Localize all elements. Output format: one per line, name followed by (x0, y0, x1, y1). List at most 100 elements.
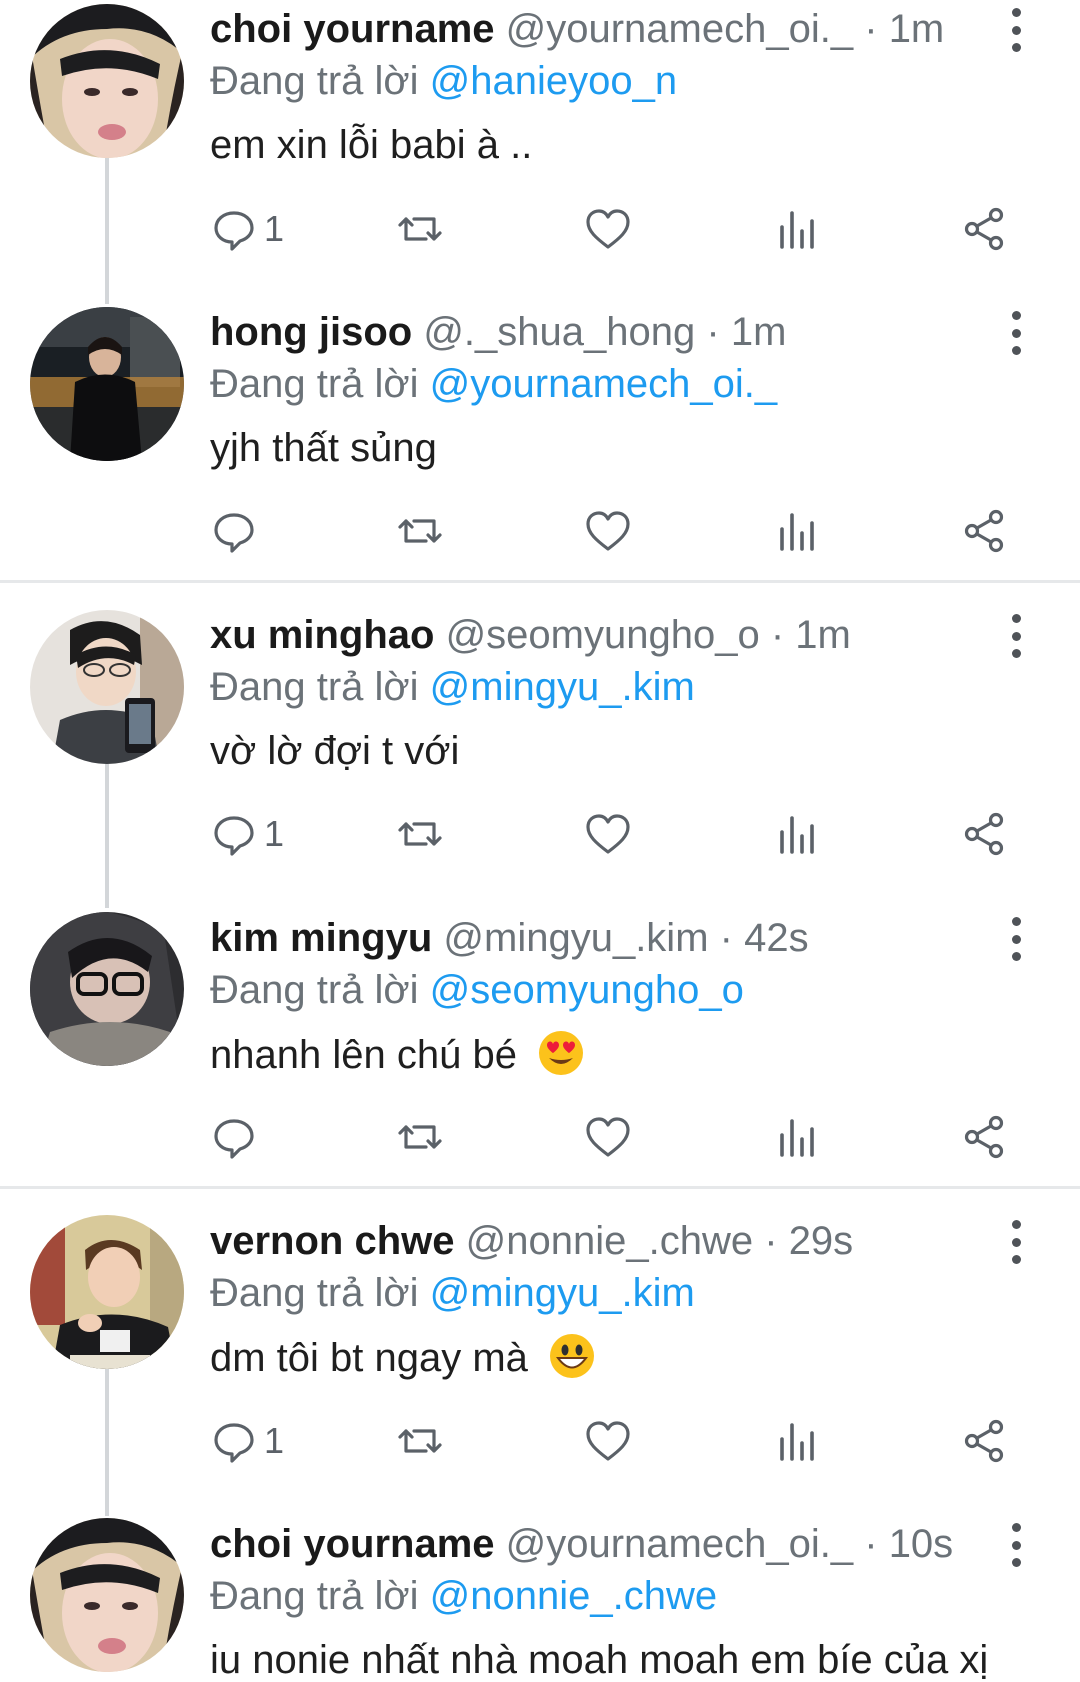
avatar[interactable] (30, 912, 184, 1066)
analytics-icon (780, 513, 814, 551)
retweet-button[interactable] (396, 806, 444, 862)
reply-button[interactable]: 1 (210, 806, 284, 862)
action-bar: 1 (210, 1413, 1030, 1473)
reply-icon (214, 1119, 254, 1159)
analytics-button[interactable] (772, 806, 820, 862)
retweet-button[interactable] (396, 1109, 444, 1165)
more-options-icon[interactable] (1004, 1523, 1028, 1567)
analytics-button[interactable] (772, 1109, 820, 1165)
user-handle[interactable]: @seomyungho_o (446, 613, 760, 657)
reply-icon (214, 816, 254, 856)
avatar[interactable] (30, 610, 184, 764)
retweet-button[interactable] (396, 503, 444, 559)
like-button[interactable] (584, 201, 632, 257)
reply-to-link[interactable]: @yournamech_oi._ (430, 362, 777, 406)
separator: · (864, 1522, 878, 1566)
analytics-button[interactable] (772, 1413, 820, 1469)
more-options-icon[interactable] (1004, 614, 1028, 658)
more-options-icon[interactable] (1004, 311, 1028, 355)
tweet-text: yjh thất sủng (210, 426, 437, 470)
thread-divider (0, 1186, 1080, 1189)
display-name[interactable]: hong jisoo (210, 310, 412, 354)
user-handle[interactable]: @mingyu_.kim (443, 916, 708, 960)
share-icon (964, 509, 1004, 553)
display-name[interactable]: xu minghao (210, 613, 434, 657)
tweet-text: em xin lỗi babi à .. (210, 123, 533, 167)
avatar[interactable] (30, 1518, 184, 1672)
like-button[interactable] (584, 806, 632, 862)
retweet-icon (398, 1125, 442, 1149)
timestamp[interactable]: 29s (789, 1219, 854, 1263)
reply-to-link[interactable]: @hanieyoo_n (430, 59, 677, 103)
reply-to-link[interactable]: @mingyu_.kim (430, 1271, 695, 1315)
separator: · (864, 7, 878, 51)
reply-button[interactable] (210, 503, 264, 559)
action-bar (210, 1109, 1030, 1169)
share-icon (964, 812, 1004, 856)
reply-context: Đang trả lời @hanieyoo_n (210, 57, 677, 105)
display-name[interactable]: vernon chwe (210, 1219, 455, 1263)
share-button[interactable] (960, 806, 1008, 862)
more-options-icon[interactable] (1004, 917, 1028, 961)
more-options-icon[interactable] (1004, 1220, 1028, 1264)
reply-prefix: Đang trả lời (210, 968, 419, 1012)
retweet-button[interactable] (396, 201, 444, 257)
avatar[interactable] (30, 307, 184, 461)
like-button[interactable] (584, 1413, 632, 1469)
display-name[interactable]: kim mingyu (210, 916, 432, 960)
timestamp[interactable]: 1m (889, 7, 945, 51)
display-name[interactable]: choi yourname (210, 1522, 495, 1566)
like-button[interactable] (584, 503, 632, 559)
analytics-icon (780, 1119, 814, 1157)
tweet-text: iu nonie nhất nhà moah moah em bíe của x… (210, 1638, 989, 1682)
reply-to-link[interactable]: @nonnie_.chwe (430, 1574, 717, 1618)
tweet-header: hong jisoo @._shua_hong · 1m (210, 308, 786, 356)
user-handle[interactable]: @nonnie_.chwe (466, 1219, 753, 1263)
timestamp[interactable]: 42s (744, 916, 809, 960)
timestamp[interactable]: 10s (889, 1522, 954, 1566)
tweet-text: vờ lờ đợi t với (210, 729, 460, 773)
tweet-text-container: dm tôi bt ngay mà (210, 1333, 595, 1382)
timestamp[interactable]: 1m (731, 310, 787, 354)
reply-to-link[interactable]: @seomyungho_o (430, 968, 744, 1012)
reply-to-link[interactable]: @mingyu_.kim (430, 665, 695, 709)
reply-count: 1 (264, 813, 285, 854)
separator: · (764, 1219, 778, 1263)
retweet-button[interactable] (396, 1413, 444, 1469)
retweet-icon (398, 1429, 442, 1453)
display-name[interactable]: choi yourname (210, 7, 495, 51)
heart-icon (586, 814, 630, 854)
separator: · (770, 613, 785, 657)
tweet-text: dm tôi bt ngay mà (210, 1336, 528, 1380)
share-button[interactable] (960, 1109, 1008, 1165)
share-button[interactable] (960, 1413, 1008, 1469)
share-button[interactable] (960, 503, 1008, 559)
separator: · (719, 916, 733, 960)
heart-icon (586, 1117, 630, 1157)
reply-context: Đang trả lời @seomyungho_o (210, 966, 744, 1014)
analytics-button[interactable] (772, 201, 820, 257)
share-icon (964, 1419, 1004, 1463)
reply-context: Đang trả lời @mingyu_.kim (210, 1269, 695, 1317)
avatar[interactable] (30, 4, 184, 158)
reply-button[interactable] (210, 1109, 264, 1165)
tweet-header: choi yourname @yournamech_oi._ · 1m (210, 5, 944, 53)
more-options-icon[interactable] (1004, 8, 1028, 52)
tweet-header: kim mingyu @mingyu_.kim · 42s (210, 914, 809, 962)
action-bar: 1 (210, 201, 1030, 261)
analytics-icon (780, 816, 814, 854)
analytics-icon (780, 211, 814, 249)
timestamp[interactable]: 1m (795, 613, 851, 657)
user-handle[interactable]: @._shua_hong (423, 310, 695, 354)
user-handle[interactable]: @yournamech_oi._ (506, 1522, 853, 1566)
share-button[interactable] (960, 201, 1008, 257)
reply-button[interactable]: 1 (210, 201, 284, 257)
reply-context: Đang trả lời @nonnie_.chwe (210, 1572, 717, 1620)
avatar[interactable] (30, 1215, 184, 1369)
analytics-button[interactable] (772, 503, 820, 559)
user-handle[interactable]: @yournamech_oi._ (506, 7, 853, 51)
like-button[interactable] (584, 1109, 632, 1165)
reply-prefix: Đang trả lời (210, 1271, 419, 1315)
reply-button[interactable]: 1 (210, 1413, 284, 1469)
separator: · (706, 310, 720, 354)
